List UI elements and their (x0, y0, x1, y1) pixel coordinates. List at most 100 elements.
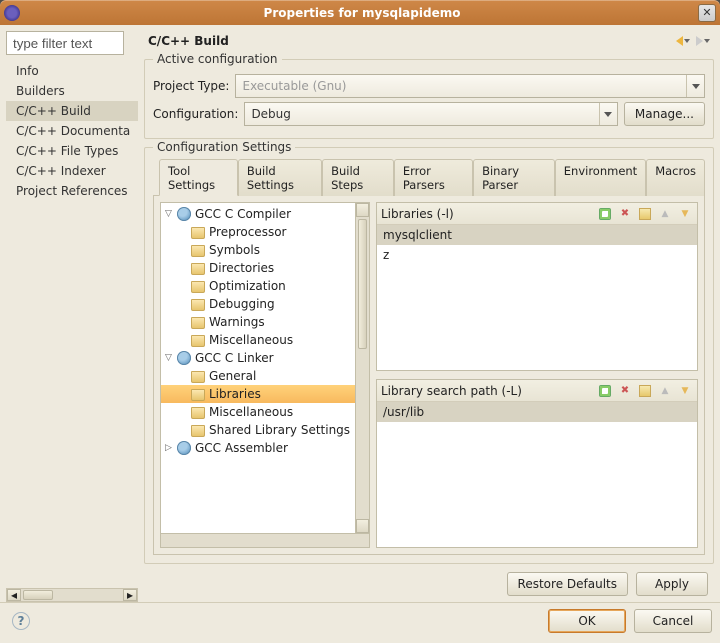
ok-button[interactable]: OK (548, 609, 626, 633)
nav-h-scrollbar[interactable]: ◂ ▸ (6, 588, 138, 602)
tab[interactable]: Environment (555, 159, 646, 196)
list-item[interactable]: /usr/lib (377, 402, 697, 422)
scroll-right-icon[interactable]: ▸ (123, 589, 137, 601)
libraries-list[interactable]: mysqlclientz (377, 225, 697, 370)
tree-row[interactable]: ▽GCC C Linker (161, 349, 355, 367)
library-path-list[interactable]: /usr/lib (377, 402, 697, 547)
cancel-button[interactable]: Cancel (634, 609, 712, 633)
panel-title: Libraries (-l) (381, 207, 597, 221)
edit-icon[interactable] (637, 383, 653, 399)
tree-row[interactable]: Preprocessor (161, 223, 355, 241)
tree-row[interactable]: Symbols (161, 241, 355, 259)
folder-icon (191, 423, 205, 437)
add-icon[interactable] (597, 206, 613, 222)
filter-input[interactable] (6, 31, 124, 55)
tool-tree: ▽GCC C CompilerPreprocessorSymbolsDirect… (160, 202, 370, 548)
nav-item[interactable]: C/C++ File Types (6, 141, 138, 161)
nav-item[interactable]: C/C++ Indexer (6, 161, 138, 181)
folder-icon (191, 225, 205, 239)
tree-row[interactable]: Libraries (161, 385, 355, 403)
tab[interactable]: Macros (646, 159, 705, 196)
arrow-left-icon (676, 36, 683, 46)
tree-label: GCC Assembler (195, 441, 288, 455)
nav-item[interactable]: Info (6, 61, 138, 81)
tree-label: Debugging (209, 297, 275, 311)
tree-row[interactable]: Optimization (161, 277, 355, 295)
tab[interactable]: Build Steps (322, 159, 394, 196)
page-heading: C/C++ Build (144, 34, 676, 48)
list-item[interactable]: mysqlclient (377, 225, 697, 245)
nav-item[interactable]: C/C++ Documenta (6, 121, 138, 141)
right-column: C/C++ Build Active configuration Project… (144, 31, 714, 602)
history-forward-button[interactable] (696, 36, 710, 46)
close-button[interactable]: ✕ (698, 4, 716, 22)
history-back-button[interactable] (676, 36, 690, 46)
apply-button[interactable]: Apply (636, 572, 708, 596)
group-legend: Configuration Settings (153, 140, 295, 154)
move-down-icon[interactable] (677, 206, 693, 222)
expand-icon[interactable]: ▷ (165, 443, 175, 453)
group-legend: Active configuration (153, 52, 282, 66)
tab[interactable]: Error Parsers (394, 159, 473, 196)
nav-item[interactable]: Builders (6, 81, 138, 101)
folder-icon (191, 369, 205, 383)
help-icon[interactable]: ? (12, 612, 30, 630)
settings-footer: Restore Defaults Apply (144, 564, 714, 602)
tree-row[interactable]: General (161, 367, 355, 385)
delete-icon[interactable] (617, 206, 633, 222)
tool-icon (177, 441, 191, 455)
tool-settings-content: ▽GCC C CompilerPreprocessorSymbolsDirect… (153, 195, 705, 555)
folder-icon (191, 405, 205, 419)
move-up-icon[interactable] (657, 383, 673, 399)
library-path-panel: Library search path (-L) /usr/lib (376, 379, 698, 548)
scroll-thumb[interactable] (23, 590, 53, 600)
category-list: InfoBuildersC/C++ BuildC/C++ DocumentaC/… (6, 61, 138, 588)
tool-icon (177, 207, 191, 221)
window-title: Properties for mysqlapidemo (26, 6, 698, 20)
move-up-icon[interactable] (657, 206, 673, 222)
tab[interactable]: Build Settings (238, 159, 322, 196)
project-type-select: Executable (Gnu) (235, 74, 705, 98)
dropdown-icon (704, 39, 710, 43)
list-item[interactable]: z (377, 245, 697, 265)
folder-icon (191, 333, 205, 347)
active-configuration-group: Active configuration Project Type: Execu… (144, 59, 714, 139)
tree-row[interactable]: Debugging (161, 295, 355, 313)
tree-row[interactable]: ▷ GCC Assembler (161, 439, 355, 457)
tree-row[interactable]: Miscellaneous (161, 331, 355, 349)
tree-label: Optimization (209, 279, 286, 293)
tab[interactable]: Binary Parser (473, 159, 555, 196)
restore-defaults-button[interactable]: Restore Defaults (507, 572, 628, 596)
tree-list[interactable]: ▽GCC C CompilerPreprocessorSymbolsDirect… (161, 203, 355, 459)
nav-item[interactable]: Project References (6, 181, 138, 201)
scroll-thumb[interactable] (161, 534, 221, 547)
tree-row[interactable]: Shared Library Settings (161, 421, 355, 439)
tree-row[interactable]: Warnings (161, 313, 355, 331)
delete-icon[interactable] (617, 383, 633, 399)
expand-icon[interactable]: ▽ (165, 209, 175, 219)
scroll-down-icon[interactable] (356, 519, 369, 533)
tree-row[interactable]: Miscellaneous (161, 403, 355, 421)
tree-row[interactable]: ▽GCC C Compiler (161, 205, 355, 223)
folder-icon (191, 261, 205, 275)
scroll-left-icon[interactable]: ◂ (7, 589, 21, 601)
manage-button[interactable]: Manage... (624, 102, 705, 126)
configuration-select[interactable]: Debug (244, 102, 617, 126)
scroll-up-icon[interactable] (356, 203, 369, 217)
tree-h-scrollbar[interactable] (161, 533, 369, 547)
titlebar[interactable]: Properties for mysqlapidemo ✕ (0, 0, 720, 25)
tab[interactable]: Tool Settings (159, 159, 238, 196)
folder-icon (191, 387, 205, 401)
expand-icon[interactable]: ▽ (165, 353, 175, 363)
scroll-thumb[interactable] (358, 219, 367, 349)
nav-item[interactable]: C/C++ Build (6, 101, 138, 121)
move-down-icon[interactable] (677, 383, 693, 399)
app-icon (4, 5, 20, 21)
left-column: InfoBuildersC/C++ BuildC/C++ DocumentaC/… (6, 31, 138, 602)
edit-icon[interactable] (637, 206, 653, 222)
tree-row[interactable]: Directories (161, 259, 355, 277)
add-icon[interactable] (597, 383, 613, 399)
folder-icon (191, 243, 205, 257)
chevron-down-icon[interactable] (599, 103, 617, 125)
tree-v-scrollbar[interactable] (355, 203, 369, 533)
